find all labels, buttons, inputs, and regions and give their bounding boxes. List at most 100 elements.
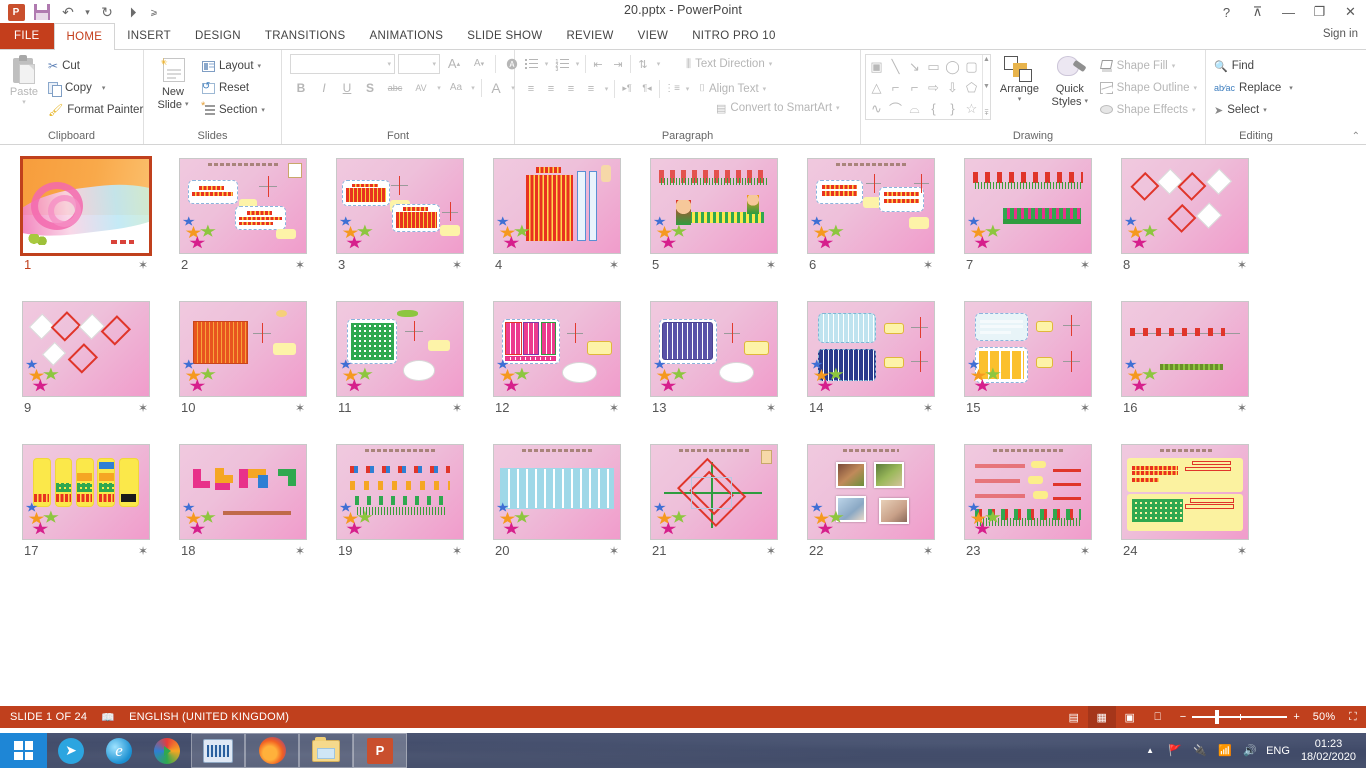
slide-thumbnail-20[interactable]: 20✶ bbox=[479, 440, 636, 583]
section-button[interactable]: Section ▾ bbox=[198, 99, 269, 121]
animation-star-icon[interactable]: ✶ bbox=[452, 401, 462, 415]
ribbon-display-options-button[interactable]: ⊼ bbox=[1242, 0, 1273, 24]
shape-elbow-arrow-icon[interactable]: ⌐ bbox=[905, 77, 924, 98]
close-button[interactable]: ✕ bbox=[1335, 0, 1366, 24]
format-painter-button[interactable]: 🖌 Format Painter bbox=[44, 99, 147, 121]
animation-star-icon[interactable]: ✶ bbox=[295, 258, 305, 272]
zoom-slider-track[interactable] bbox=[1192, 712, 1287, 722]
taskbar-firefox[interactable] bbox=[245, 733, 299, 768]
slide-thumbnail-21[interactable]: 21✶ bbox=[636, 440, 793, 583]
animation-star-icon[interactable]: ✶ bbox=[923, 544, 933, 558]
font-name-combobox[interactable]: ▾ bbox=[290, 54, 395, 74]
quick-styles-button[interactable]: Quick Styles ▾ bbox=[1048, 54, 1092, 110]
animation-star-icon[interactable]: ✶ bbox=[452, 544, 462, 558]
slide-thumbnail-13[interactable]: 13✶ bbox=[636, 297, 793, 440]
shapes-gallery[interactable]: ▣ ╲ ↘ ▭ ◯ ▢ △ ⌐ ⌐ ⇨ ⇩ ⬠ ∿ ⌒ ⌓ { } bbox=[865, 54, 991, 120]
zoom-out-button[interactable]: − bbox=[1180, 711, 1187, 723]
animation-star-icon[interactable]: ✶ bbox=[295, 544, 305, 558]
spellcheck-icon[interactable]: 📖 bbox=[97, 706, 119, 728]
tab-insert[interactable]: INSERT bbox=[115, 23, 183, 49]
taskbar-telegram[interactable]: ➤ bbox=[47, 733, 95, 768]
slide-thumbnail-image[interactable] bbox=[1121, 301, 1249, 397]
usb-icon[interactable]: 🔌 bbox=[1191, 733, 1209, 768]
copy-button[interactable]: Copy ▾ bbox=[44, 77, 147, 99]
animation-star-icon[interactable]: ✶ bbox=[766, 401, 776, 415]
decrease-indent-button[interactable]: ⇤ bbox=[588, 54, 608, 75]
columns-dropdown[interactable]: ▾ bbox=[682, 78, 693, 99]
slide-thumbnail-23[interactable]: 23✶ bbox=[950, 440, 1107, 583]
animation-star-icon[interactable]: ✶ bbox=[923, 258, 933, 272]
align-right-button[interactable]: ≡ bbox=[561, 78, 581, 99]
taskbar-internet-download-manager[interactable] bbox=[143, 733, 191, 768]
slide-thumbnail-17[interactable]: 17✶ bbox=[8, 440, 165, 583]
change-case-button[interactable]: Aa bbox=[445, 77, 467, 98]
slide-thumbnail-14[interactable]: 14✶ bbox=[793, 297, 950, 440]
ltr-paragraph-button[interactable]: ▸¶ bbox=[617, 78, 637, 99]
slide-thumbnail-image[interactable] bbox=[807, 444, 935, 540]
numbering-dropdown[interactable]: ▾ bbox=[572, 54, 583, 75]
rtl-paragraph-button[interactable]: ¶◂ bbox=[637, 78, 657, 99]
tab-view[interactable]: VIEW bbox=[626, 23, 681, 49]
zoom-slider[interactable]: − + bbox=[1172, 711, 1308, 723]
network-error-icon[interactable]: 🚩 bbox=[1166, 733, 1184, 768]
signal-icon[interactable]: 📶 bbox=[1216, 733, 1234, 768]
zoom-percent-label[interactable]: 50% bbox=[1308, 711, 1340, 723]
reset-button[interactable]: Reset bbox=[198, 77, 269, 99]
slide-thumbnail-image[interactable] bbox=[807, 301, 935, 397]
fit-to-window-button[interactable]: ⛶ bbox=[1340, 706, 1366, 728]
shape-oval-icon[interactable]: ◯ bbox=[943, 56, 962, 77]
shape-pentagon-icon[interactable]: ⬠ bbox=[962, 77, 981, 98]
align-center-button[interactable]: ≡ bbox=[541, 78, 561, 99]
shape-arrow-icon[interactable]: ↘ bbox=[905, 56, 924, 77]
slide-thumbnail-4[interactable]: 4✶ bbox=[479, 154, 636, 297]
animation-star-icon[interactable]: ✶ bbox=[452, 258, 462, 272]
shape-rectangle-icon[interactable]: ▭ bbox=[924, 56, 943, 77]
align-left-button[interactable]: ≡ bbox=[521, 78, 541, 99]
taskbar-powerpoint[interactable]: P bbox=[353, 733, 407, 768]
find-button[interactable]: 🔍 Find bbox=[1210, 55, 1297, 77]
slide-thumbnail-image[interactable] bbox=[179, 301, 307, 397]
bold-button[interactable]: B bbox=[290, 77, 312, 98]
tab-home[interactable]: HOME bbox=[54, 23, 116, 50]
slide-thumbnail-image[interactable] bbox=[964, 444, 1092, 540]
slide-thumbnail-image[interactable] bbox=[1121, 158, 1249, 254]
justify-button[interactable]: ≡ bbox=[581, 78, 601, 99]
shape-textbox-icon[interactable]: ▣ bbox=[867, 56, 886, 77]
collapse-ribbon-button[interactable]: ⌃ bbox=[1352, 131, 1360, 142]
slide-thumbnail-image[interactable] bbox=[179, 444, 307, 540]
zoom-slider-handle[interactable] bbox=[1215, 710, 1219, 724]
slide-thumbnail-9[interactable]: 9✶ bbox=[8, 297, 165, 440]
shape-fill-button[interactable]: Shape Fill ▾ bbox=[1096, 55, 1201, 77]
taskbar-remote-desktop[interactable] bbox=[191, 733, 245, 768]
line-spacing-dropdown[interactable]: ▾ bbox=[653, 54, 664, 75]
slide-thumbnail-1[interactable]: 1✶ bbox=[8, 154, 165, 297]
tab-animations[interactable]: ANIMATIONS bbox=[358, 23, 456, 49]
slide-thumbnail-image[interactable] bbox=[22, 301, 150, 397]
slide-thumbnail-8[interactable]: 8✶ bbox=[1107, 154, 1264, 297]
font-color-button[interactable]: A bbox=[485, 77, 507, 98]
slide-thumbnail-3[interactable]: 3✶ bbox=[322, 154, 479, 297]
replace-button[interactable]: ab⁄ac Replace ▾ bbox=[1210, 77, 1297, 99]
shape-star-icon[interactable]: ☆ bbox=[962, 98, 981, 119]
slide-thumbnail-16[interactable]: 16✶ bbox=[1107, 297, 1264, 440]
help-button[interactable]: ? bbox=[1211, 0, 1242, 24]
animation-star-icon[interactable]: ✶ bbox=[1237, 258, 1247, 272]
reading-view-button[interactable]: ▣ bbox=[1116, 706, 1144, 728]
shapes-scroll-down-icon[interactable]: ▼ bbox=[983, 83, 990, 90]
taskbar-file-explorer[interactable] bbox=[299, 733, 353, 768]
slide-thumbnail-image[interactable] bbox=[493, 444, 621, 540]
slide-thumbnail-image[interactable] bbox=[336, 444, 464, 540]
shapes-gallery-scrollbar[interactable]: ▲ ▼ ⩱ bbox=[982, 55, 990, 119]
animation-star-icon[interactable]: ✶ bbox=[609, 258, 619, 272]
tab-review[interactable]: REVIEW bbox=[554, 23, 625, 49]
line-spacing-button[interactable]: ⇅ bbox=[633, 54, 653, 75]
layout-button[interactable]: Layout ▾ bbox=[198, 55, 269, 77]
select-button[interactable]: ➤ Select ▾ bbox=[1210, 99, 1297, 121]
justify-dropdown[interactable]: ▾ bbox=[601, 78, 612, 99]
strikethrough-button[interactable]: abc bbox=[382, 77, 408, 98]
slideshow-view-button[interactable]: ⎕ bbox=[1144, 706, 1172, 728]
shape-left-brace-icon[interactable]: { bbox=[924, 98, 943, 119]
numbering-button[interactable]: 123 bbox=[552, 54, 572, 75]
slide-thumbnail-6[interactable]: 6✶ bbox=[793, 154, 950, 297]
language-bar[interactable]: ENG bbox=[1266, 745, 1290, 757]
